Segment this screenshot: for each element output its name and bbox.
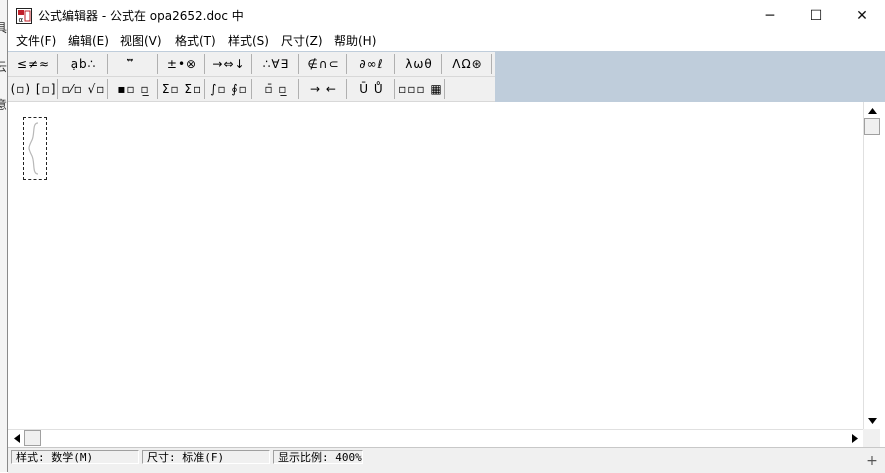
background-glyph: 意: [0, 98, 7, 112]
scroll-left-button[interactable]: [10, 431, 24, 445]
arrow-down-icon: [867, 418, 877, 424]
equation-input-slot[interactable]: [23, 117, 47, 180]
spaces-ellipses-palette[interactable]: ạb∴: [60, 54, 108, 74]
status-bar: 样式: 数学(M) 尺寸: 标准(F) 显示比例: 400% +: [8, 447, 885, 473]
vertical-scroll-thumb[interactable]: [864, 118, 880, 135]
menu-file[interactable]: 文件(F): [14, 33, 58, 49]
labeled-arrow-templates-palette[interactable]: → ←: [301, 79, 347, 99]
integral-templates-palette[interactable]: ∫▫ ∮▫: [207, 79, 252, 99]
svg-text:α: α: [19, 16, 24, 24]
scroll-up-button[interactable]: [865, 104, 879, 118]
menu-help[interactable]: 帮助(H): [332, 33, 378, 49]
arrow-up-icon: [867, 108, 877, 114]
template-palette-row: (▫) [▫] ▫⁄▫ √▫ ▪▫ ▫̲ Σ▫ Σ▫ ∫▫ ∮▫ ▫̄ ▫̲ →…: [8, 77, 495, 102]
greek-lowercase-palette[interactable]: λωθ: [397, 54, 442, 74]
minimize-icon: ─: [765, 7, 775, 24]
equation-edit-area[interactable]: [8, 102, 863, 429]
set-theory-symbols-palette[interactable]: ∉∩⊂: [301, 54, 347, 74]
relational-symbols-palette[interactable]: ≤≠≈: [10, 54, 58, 74]
arrow-right-icon: [852, 433, 858, 443]
scrollbar-corner: [863, 429, 880, 447]
symbol-palette-row: ≤≠≈ ạb∴ ⃗⃡⃛ ±•⊗ →⇔↓ ∴∀∃ ∉∩⊂ ∂∞ℓ λωθ ΛΩ⊛: [8, 52, 495, 77]
underbar-overbar-templates-palette[interactable]: ▫̄ ▫̲: [254, 79, 299, 99]
status-style: 样式: 数学(M): [11, 450, 139, 464]
fraction-radical-templates-palette[interactable]: ▫⁄▫ √▫: [60, 79, 108, 99]
close-icon: ✕: [856, 7, 868, 24]
menu-size[interactable]: 尺寸(Z): [279, 33, 325, 49]
close-button[interactable]: ✕: [839, 0, 885, 31]
vertical-scrollbar[interactable]: [863, 102, 881, 429]
subscript-superscript-templates-palette[interactable]: ▪▫ ▫̲: [110, 79, 158, 99]
background-glyph: 具: [0, 21, 7, 35]
equation-editor-window: α 公式编辑器 - 公式在 opa2652.doc 中 ─ ☐ ✕ 文件(F) …: [7, 0, 885, 473]
menu-bar: 文件(F) 编辑(E) 视图(V) 格式(T) 样式(S) 尺寸(Z) 帮助(H…: [8, 31, 885, 51]
misc-symbols-palette[interactable]: ∂∞ℓ: [349, 54, 395, 74]
equation-toolbar: ≤≠≈ ạb∴ ⃗⃡⃛ ±•⊗ →⇔↓ ∴∀∃ ∉∩⊂ ∂∞ℓ λωθ ΛΩ⊛ …: [8, 51, 885, 102]
equation-editor-app-icon: α: [16, 8, 32, 24]
menu-edit[interactable]: 编辑(E): [66, 33, 111, 49]
background-glyph: 云: [0, 60, 7, 74]
maximize-icon: ☐: [809, 7, 823, 24]
brace-placeholder-icon: [28, 122, 39, 175]
embellishments-palette[interactable]: ⃗⃡⃛: [110, 54, 158, 74]
operator-symbols-palette[interactable]: ±•⊗: [160, 54, 205, 74]
arrow-symbols-palette[interactable]: →⇔↓: [207, 54, 252, 74]
horizontal-scrollbar[interactable]: [8, 429, 863, 447]
fence-templates-palette[interactable]: (▫) [▫]: [10, 79, 58, 99]
logical-symbols-palette[interactable]: ∴∀∃: [254, 54, 299, 74]
products-set-theory-templates-palette[interactable]: Ū Ů: [349, 79, 395, 99]
minimize-button[interactable]: ─: [747, 0, 793, 31]
arrow-left-icon: [14, 433, 20, 443]
maximize-button[interactable]: ☐: [793, 0, 839, 31]
menu-format[interactable]: 格式(T): [173, 33, 218, 49]
matrix-templates-palette[interactable]: ▫▫▫ ▦: [397, 79, 445, 99]
window-title: 公式编辑器 - 公式在 opa2652.doc 中: [38, 9, 244, 23]
resize-grip-icon[interactable]: +: [864, 453, 880, 469]
scroll-down-button[interactable]: [865, 414, 879, 428]
scroll-right-button[interactable]: [848, 431, 862, 445]
status-zoom: 显示比例: 400%: [273, 450, 363, 464]
horizontal-scroll-thumb[interactable]: [24, 430, 41, 446]
summation-templates-palette[interactable]: Σ▫ Σ▫: [160, 79, 205, 99]
background-window-edge: 具 云 意: [0, 0, 7, 472]
menu-view[interactable]: 视图(V): [118, 33, 164, 49]
greek-uppercase-palette[interactable]: ΛΩ⊛: [444, 54, 492, 74]
menu-style[interactable]: 样式(S): [226, 33, 271, 49]
title-bar[interactable]: α 公式编辑器 - 公式在 opa2652.doc 中 ─ ☐ ✕: [8, 0, 885, 31]
status-size: 尺寸: 标准(F): [142, 450, 270, 464]
